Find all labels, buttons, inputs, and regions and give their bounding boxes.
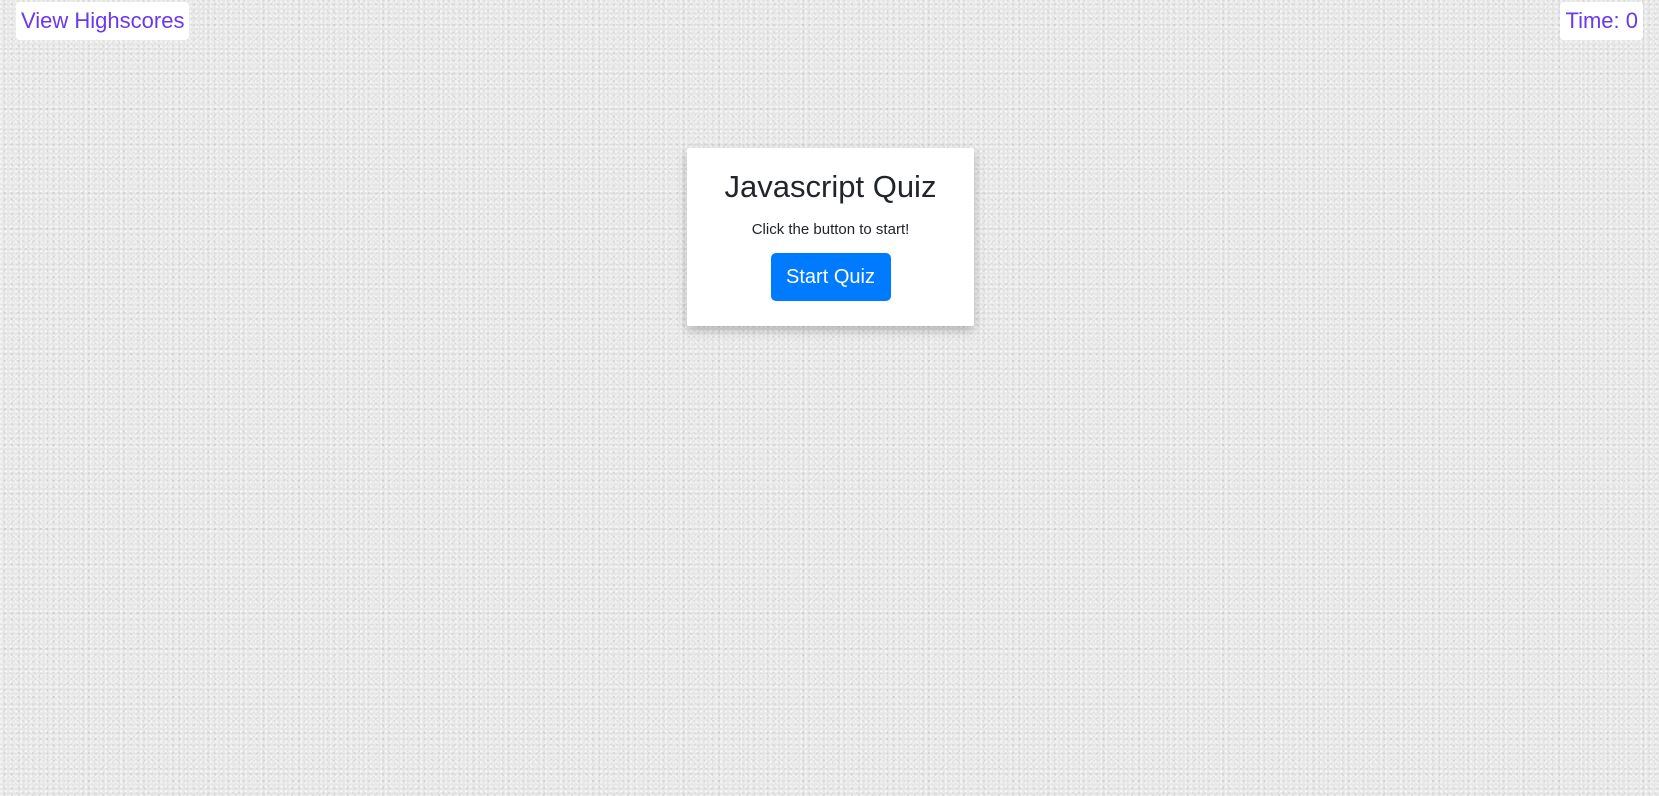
quiz-instructions: Click the button to start!: [751, 221, 910, 238]
quiz-start-card: Javascript Quiz Click the button to star…: [687, 148, 974, 326]
view-highscores-link[interactable]: View Highscores: [16, 2, 190, 40]
start-quiz-button[interactable]: Start Quiz: [770, 253, 891, 301]
quiz-title: Javascript Quiz: [724, 169, 937, 204]
timer-display: Time: 0: [1560, 2, 1643, 40]
